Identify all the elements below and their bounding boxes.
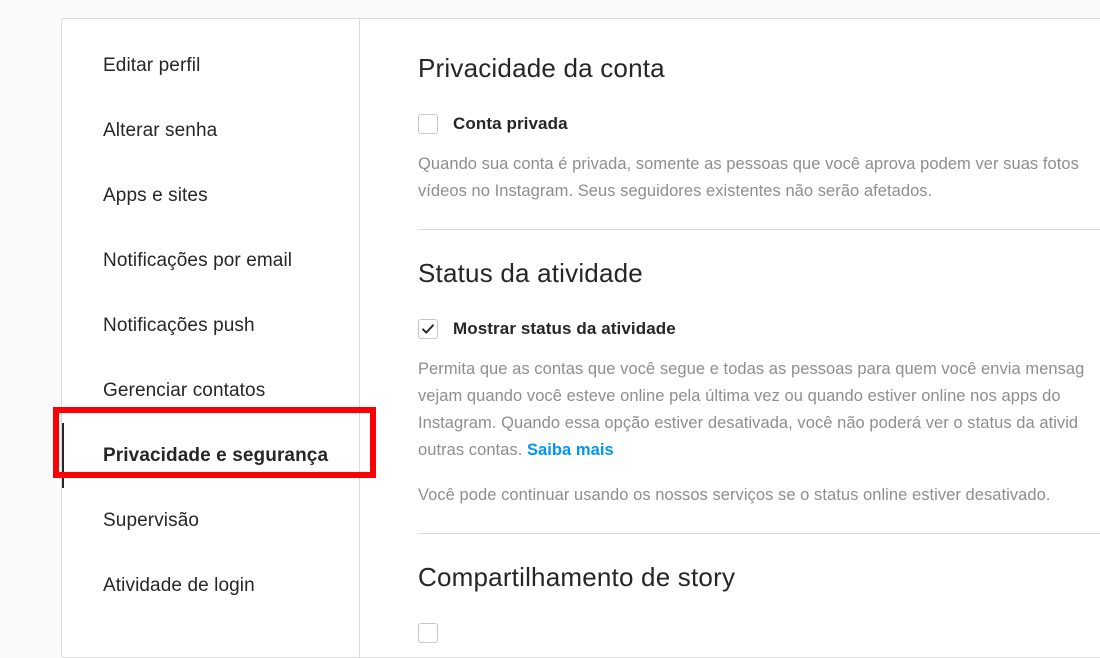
saiba-mais-link[interactable]: Saiba mais <box>527 441 614 459</box>
sidebar-item-notificacoes-por-email[interactable]: Notificações por email <box>62 228 359 293</box>
conta-privada-checkbox[interactable] <box>418 114 438 134</box>
conta-privada-label: Conta privada <box>453 114 568 133</box>
sidebar-item-label: Notificações por email <box>103 249 293 271</box>
settings-sidebar: Editar perfil Alterar senha Apps e sites… <box>53 19 376 657</box>
check-icon <box>422 324 434 334</box>
sidebar-item-supervisao[interactable]: Supervisão <box>62 488 359 553</box>
account-privacy-description: Quando sua conta é privada, somente as p… <box>418 151 1100 205</box>
sidebar-item-gerenciar-contatos[interactable]: Gerenciar contatos <box>62 358 359 423</box>
settings-content: Privacidade da conta Conta privada Quand… <box>360 19 1100 657</box>
sidebar-item-privacidade-e-seguranca[interactable]: Privacidade e segurança <box>62 423 359 488</box>
description-line: vídeos no Instagram. Seus seguidores exi… <box>418 182 933 200</box>
sidebar-item-label: Notificações push <box>103 314 255 336</box>
sidebar-item-editar-perfil[interactable]: Editar perfil <box>62 33 359 98</box>
sidebar-item-label: Alterar senha <box>103 119 218 141</box>
story-sharing-checkbox[interactable] <box>418 623 438 643</box>
sidebar-item-label: Privacidade e segurança <box>103 444 329 466</box>
description-line: vejam quando você esteve online pela últ… <box>418 387 1061 405</box>
sidebar-item-atividade-de-login[interactable]: Atividade de login <box>62 553 359 618</box>
sidebar-item-label: Apps e sites <box>103 184 208 206</box>
sidebar-item-label: Gerenciar contatos <box>103 379 266 401</box>
sidebar-item-label: Supervisão <box>103 509 200 531</box>
sidebar-item-label: Atividade de login <box>103 574 255 596</box>
activity-status-checkbox-row[interactable]: Mostrar status da atividade <box>418 319 1100 339</box>
section-divider <box>418 533 1100 534</box>
section-title-story-sharing: Compartilhamento de story <box>418 562 736 592</box>
activity-status-description: Permita que as contas que você segue e t… <box>418 356 1100 464</box>
description-line-with-link: outras contas. Saiba mais <box>418 437 1100 464</box>
sidebar-item-alterar-senha[interactable]: Alterar senha <box>62 98 359 163</box>
section-title-account-privacy: Privacidade da conta <box>418 53 665 83</box>
section-divider <box>418 229 1100 230</box>
story-sharing-checkbox-row[interactable] <box>418 623 1100 643</box>
mostrar-status-da-atividade-label: Mostrar status da atividade <box>453 319 676 338</box>
settings-card: Editar perfil Alterar senha Apps e sites… <box>53 18 1100 658</box>
mostrar-status-da-atividade-checkbox[interactable] <box>418 319 438 339</box>
account-privacy-checkbox-row[interactable]: Conta privada <box>418 114 1100 134</box>
activity-status-footer-note: Você pode continuar usando os nossos ser… <box>418 486 1051 504</box>
sidebar-item-apps-e-sites[interactable]: Apps e sites <box>62 163 359 228</box>
sidebar-item-label: Editar perfil <box>103 54 201 76</box>
description-line: Quando sua conta é privada, somente as p… <box>418 155 1079 173</box>
section-title-activity-status: Status da atividade <box>418 258 643 288</box>
sidebar-item-notificacoes-push[interactable]: Notificações push <box>62 293 359 358</box>
description-line: Instagram. Quando essa opção estiver des… <box>418 414 1079 432</box>
description-line: Permita que as contas que você segue e t… <box>418 360 1085 378</box>
description-line-prefix: outras contas. <box>418 441 527 459</box>
